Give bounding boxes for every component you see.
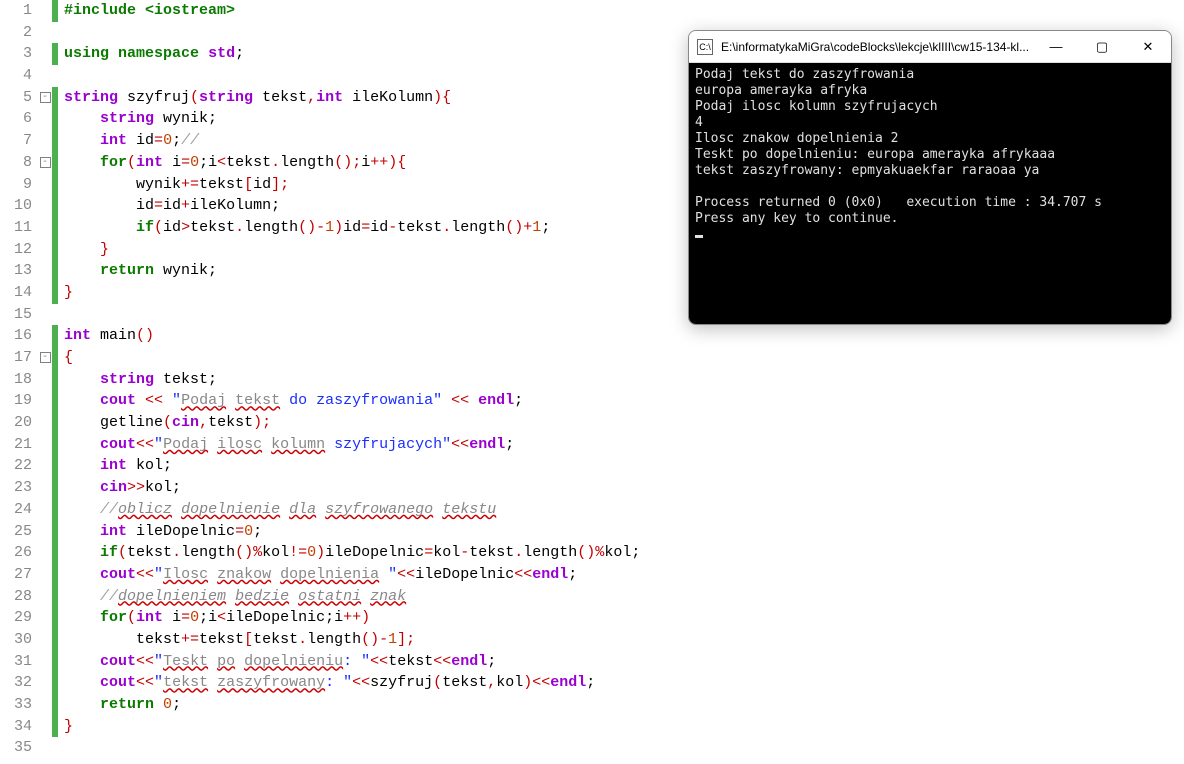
line-number: 7 (0, 130, 32, 152)
code-line[interactable]: cout << "Podaj tekst do zaszyfrowania" <… (64, 390, 640, 412)
line-number: 15 (0, 304, 32, 326)
code-line[interactable]: return 0; (64, 694, 640, 716)
code-line[interactable]: return wynik; (64, 260, 640, 282)
code-line[interactable] (64, 304, 640, 326)
line-number: 30 (0, 629, 32, 651)
line-number: 13 (0, 260, 32, 282)
code-line[interactable]: } (64, 239, 640, 261)
line-number: 35 (0, 737, 32, 759)
code-line[interactable]: cout<<"tekst zaszyfrowany: "<<szyfruj(te… (64, 672, 640, 694)
line-number-gutter: 1234567891011121314151617181920212223242… (0, 0, 38, 764)
line-number: 28 (0, 586, 32, 608)
code-line[interactable] (64, 22, 640, 44)
line-number: 31 (0, 651, 32, 673)
console-window[interactable]: C:\ E:\informatykaMiGra\codeBlocks\lekcj… (688, 30, 1172, 325)
fold-toggle-icon[interactable]: - (40, 157, 51, 168)
code-line[interactable]: id=id+ileKolumn; (64, 195, 640, 217)
code-line[interactable]: string tekst; (64, 369, 640, 391)
line-number: 16 (0, 325, 32, 347)
line-number: 29 (0, 607, 32, 629)
code-line[interactable]: #include <iostream> (64, 0, 640, 22)
fold-column[interactable]: - - - (38, 0, 52, 764)
code-line[interactable]: getline(cin,tekst); (64, 412, 640, 434)
code-area[interactable]: #include <iostream> using namespace std; s… (58, 0, 640, 764)
line-number: 1 (0, 0, 32, 22)
line-number: 4 (0, 65, 32, 87)
code-line[interactable]: } (64, 716, 640, 738)
line-number: 26 (0, 542, 32, 564)
code-line[interactable]: } (64, 282, 640, 304)
code-line[interactable]: int id=0;// (64, 130, 640, 152)
line-number: 17 (0, 347, 32, 369)
line-number: 8 (0, 152, 32, 174)
code-line[interactable]: //oblicz dopelnienie dla szyfrowanego te… (64, 499, 640, 521)
line-number: 9 (0, 174, 32, 196)
line-number: 24 (0, 499, 32, 521)
line-number: 11 (0, 217, 32, 239)
code-line[interactable] (64, 65, 640, 87)
code-line[interactable]: if(id>tekst.length()-1)id=id-tekst.lengt… (64, 217, 640, 239)
console-output[interactable]: Podaj tekst do zaszyfrowania europa amer… (689, 63, 1171, 324)
console-titlebar[interactable]: C:\ E:\informatykaMiGra\codeBlocks\lekcj… (689, 31, 1171, 63)
line-number: 10 (0, 195, 32, 217)
code-line[interactable]: string wynik; (64, 108, 640, 130)
fold-toggle-icon[interactable]: - (40, 92, 51, 103)
line-number: 25 (0, 521, 32, 543)
code-line[interactable]: tekst+=tekst[tekst.length()-1]; (64, 629, 640, 651)
code-line[interactable]: int main() (64, 325, 640, 347)
code-line[interactable]: int kol; (64, 455, 640, 477)
code-line[interactable]: for(int i=0;i<ileDopelnic;i++) (64, 607, 640, 629)
line-number: 2 (0, 22, 32, 44)
console-title: E:\informatykaMiGra\codeBlocks\lekcje\kl… (721, 40, 1033, 54)
line-number: 32 (0, 672, 32, 694)
line-number: 12 (0, 239, 32, 261)
code-line[interactable]: string szyfruj(string tekst,int ileKolum… (64, 87, 640, 109)
code-line[interactable]: using namespace std; (64, 43, 640, 65)
line-number: 33 (0, 694, 32, 716)
code-line[interactable]: //dopelnieniem bedzie ostatni znak (64, 586, 640, 608)
line-number: 5 (0, 87, 32, 109)
line-number: 19 (0, 390, 32, 412)
line-number: 20 (0, 412, 32, 434)
console-app-icon: C:\ (697, 39, 713, 55)
maximize-button[interactable]: ▢ (1079, 31, 1125, 62)
code-line[interactable]: for(int i=0;i<tekst.length();i++){ (64, 152, 640, 174)
line-number: 14 (0, 282, 32, 304)
line-number: 23 (0, 477, 32, 499)
code-line[interactable]: wynik+=tekst[id]; (64, 174, 640, 196)
line-number: 6 (0, 108, 32, 130)
close-button[interactable]: ✕ (1125, 31, 1171, 62)
code-line[interactable]: int ileDopelnic=0; (64, 521, 640, 543)
code-line[interactable]: cout<<"Ilosc znakow dopelnienia "<<ileDo… (64, 564, 640, 586)
line-number: 18 (0, 369, 32, 391)
code-line[interactable]: { (64, 347, 640, 369)
console-cursor (695, 235, 703, 238)
line-number: 22 (0, 455, 32, 477)
line-number: 21 (0, 434, 32, 456)
code-line[interactable] (64, 737, 640, 759)
code-line[interactable]: if(tekst.length()%kol!=0)ileDopelnic=kol… (64, 542, 640, 564)
code-line[interactable]: cin>>kol; (64, 477, 640, 499)
fold-toggle-icon[interactable]: - (40, 352, 51, 363)
line-number: 3 (0, 43, 32, 65)
code-line[interactable]: cout<<"Podaj ilosc kolumn szyfrujacych"<… (64, 434, 640, 456)
minimize-button[interactable]: — (1033, 31, 1079, 62)
line-number: 27 (0, 564, 32, 586)
code-line[interactable]: cout<<"Teskt po dopelnieniu: "<<tekst<<e… (64, 651, 640, 673)
line-number: 34 (0, 716, 32, 738)
